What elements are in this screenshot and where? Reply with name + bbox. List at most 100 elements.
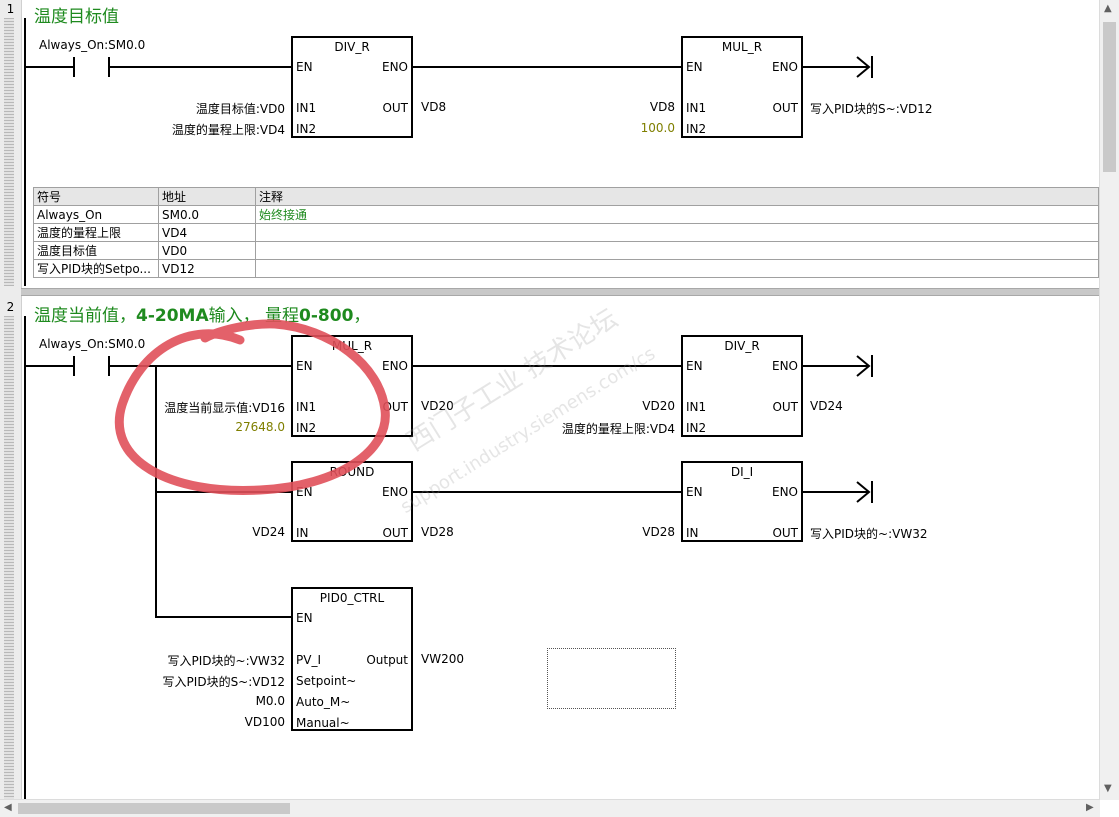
pin-setpoint: Setpoint~	[296, 674, 357, 688]
pin-en: EN	[296, 60, 313, 74]
operand-in2[interactable]: 温度的量程上限:VD4	[562, 420, 675, 437]
pin-eno: ENO	[771, 485, 798, 499]
pin-out: OUT	[772, 101, 798, 115]
pin-auto: Auto_M~	[296, 695, 351, 709]
operand-auto[interactable]: M0.0	[256, 694, 285, 708]
cell-symbol: 写入PID块的Setpo...	[33, 259, 159, 278]
block-name: DIV_R	[724, 339, 760, 353]
block-name: DIV_R	[334, 40, 370, 54]
cell-address: VD0	[158, 241, 256, 260]
header-comment[interactable]: 注释	[255, 187, 1099, 206]
horizontal-scrollbar[interactable]: ◀ ▶	[0, 799, 1100, 817]
operand-out[interactable]: VD8	[421, 100, 446, 114]
network-1-title[interactable]: 温度目标值	[34, 2, 119, 27]
pin-in1: IN1	[686, 101, 707, 115]
cell-symbol: 温度目标值	[33, 241, 159, 260]
cell-address: SM0.0	[158, 205, 256, 224]
pin-out: OUT	[382, 526, 408, 540]
cell-comment	[255, 223, 1099, 242]
symbol-table: 符号 地址 注释 Always_On SM0.0 始终接通 温度的量程上限 VD…	[33, 187, 1099, 278]
table-row[interactable]: 温度目标值 VD0	[33, 241, 1099, 260]
rung-end-arrow-icon	[856, 355, 873, 377]
pin-output: Output	[366, 653, 408, 667]
scroll-left-icon[interactable]: ◀	[4, 802, 12, 813]
operand-pv[interactable]: 写入PID块的~:VW32	[168, 652, 285, 669]
operand-out[interactable]: 写入PID块的~:VW32	[810, 525, 927, 542]
operand-in2[interactable]: 温度的量程上限:VD4	[172, 121, 285, 138]
pin-in2: IN2	[686, 421, 707, 435]
div-r-block-2[interactable]: DIV_R EN ENO IN1 IN2 OUT	[681, 335, 803, 437]
pin-en: EN	[686, 359, 703, 373]
cell-symbol: 温度的量程上限	[33, 223, 159, 242]
rung-end-arrow-icon	[856, 481, 873, 503]
pin-en: EN	[296, 611, 313, 625]
pin-in1: IN1	[686, 400, 707, 414]
cell-comment	[255, 259, 1099, 278]
cell-comment	[255, 241, 1099, 260]
rung-wire	[413, 491, 682, 493]
pin-in: IN	[296, 526, 309, 540]
pin-eno: ENO	[381, 60, 408, 74]
annotation-circle-icon	[114, 319, 390, 495]
operand-out[interactable]: VD24	[810, 399, 843, 413]
power-rail-2	[24, 316, 26, 800]
pin-en: EN	[686, 60, 703, 74]
pin-in1: IN1	[296, 101, 317, 115]
cell-address: VD4	[158, 223, 256, 242]
pid0-ctrl-block[interactable]: PID0_CTRL EN PV_I Setpoint~ Auto_M~ Manu…	[291, 587, 413, 731]
operand-in[interactable]: VD24	[252, 525, 285, 539]
operand-in[interactable]: VD28	[642, 525, 675, 539]
selection-cursor[interactable]	[547, 648, 676, 709]
rung-wire	[110, 66, 292, 68]
operand-output[interactable]: VW200	[421, 652, 464, 666]
rung-wire	[25, 365, 73, 367]
horizontal-scroll-thumb[interactable]	[18, 803, 290, 814]
header-address[interactable]: 地址	[158, 187, 256, 206]
rung-wire	[413, 66, 682, 68]
cell-comment: 始终接通	[255, 205, 1099, 224]
pin-in2: IN2	[686, 122, 707, 136]
pin-eno: ENO	[771, 359, 798, 373]
operand-out[interactable]: 写入PID块的S~:VD12	[810, 100, 932, 117]
header-symbol[interactable]: 符号	[33, 187, 159, 206]
scroll-right-icon[interactable]: ▶	[1086, 802, 1094, 813]
contact-left-bar[interactable]	[73, 356, 75, 376]
pin-out: OUT	[772, 400, 798, 414]
network-number-1[interactable]: 1	[0, 2, 21, 16]
table-row[interactable]: Always_On SM0.0 始终接通	[33, 205, 1099, 224]
operand-in1[interactable]: VD8	[650, 100, 675, 114]
mul-r-block-1[interactable]: MUL_R EN ENO IN1 IN2 OUT	[681, 36, 803, 138]
vertical-scrollbar[interactable]: ▲ ▼	[1099, 0, 1119, 800]
scroll-down-icon[interactable]: ▼	[1104, 783, 1112, 794]
operand-setpoint[interactable]: 写入PID块的S~:VD12	[163, 673, 285, 690]
network-number-2[interactable]: 2	[0, 300, 21, 314]
pin-in: IN	[686, 526, 699, 540]
rung-wire	[25, 66, 73, 68]
operand-in1[interactable]: VD20	[642, 399, 675, 413]
table-row[interactable]: 温度的量程上限 VD4	[33, 223, 1099, 242]
scroll-up-icon[interactable]: ▲	[1104, 3, 1112, 14]
pin-en: EN	[686, 485, 703, 499]
constant-in2[interactable]: 100.0	[641, 121, 675, 135]
block-name: MUL_R	[721, 40, 763, 54]
contact-label: Always_On:SM0.0	[39, 38, 146, 52]
rung-end-arrow-icon	[856, 56, 873, 78]
pin-out: OUT	[382, 101, 408, 115]
network-1-bar	[4, 18, 14, 286]
table-row[interactable]: 写入PID块的Setpo... VD12	[33, 259, 1099, 278]
network-separator	[21, 288, 1099, 296]
rung-wire	[155, 616, 292, 618]
pin-out: OUT	[772, 526, 798, 540]
cell-address: VD12	[158, 259, 256, 278]
vertical-scroll-thumb[interactable]	[1103, 22, 1116, 172]
block-name: DI_I	[730, 465, 754, 479]
network-2-bar	[4, 316, 14, 800]
div-r-block-1[interactable]: DIV_R EN ENO IN1 IN2 OUT	[291, 36, 413, 138]
pin-eno: ENO	[771, 60, 798, 74]
operand-in1[interactable]: 温度目标值:VD0	[196, 100, 285, 117]
operand-out[interactable]: VD28	[421, 525, 454, 539]
contact-left-bar[interactable]	[73, 57, 75, 77]
pin-in2: IN2	[296, 122, 317, 136]
operand-manual[interactable]: VD100	[245, 715, 285, 729]
di-i-block[interactable]: DI_I EN ENO IN OUT	[681, 461, 803, 542]
